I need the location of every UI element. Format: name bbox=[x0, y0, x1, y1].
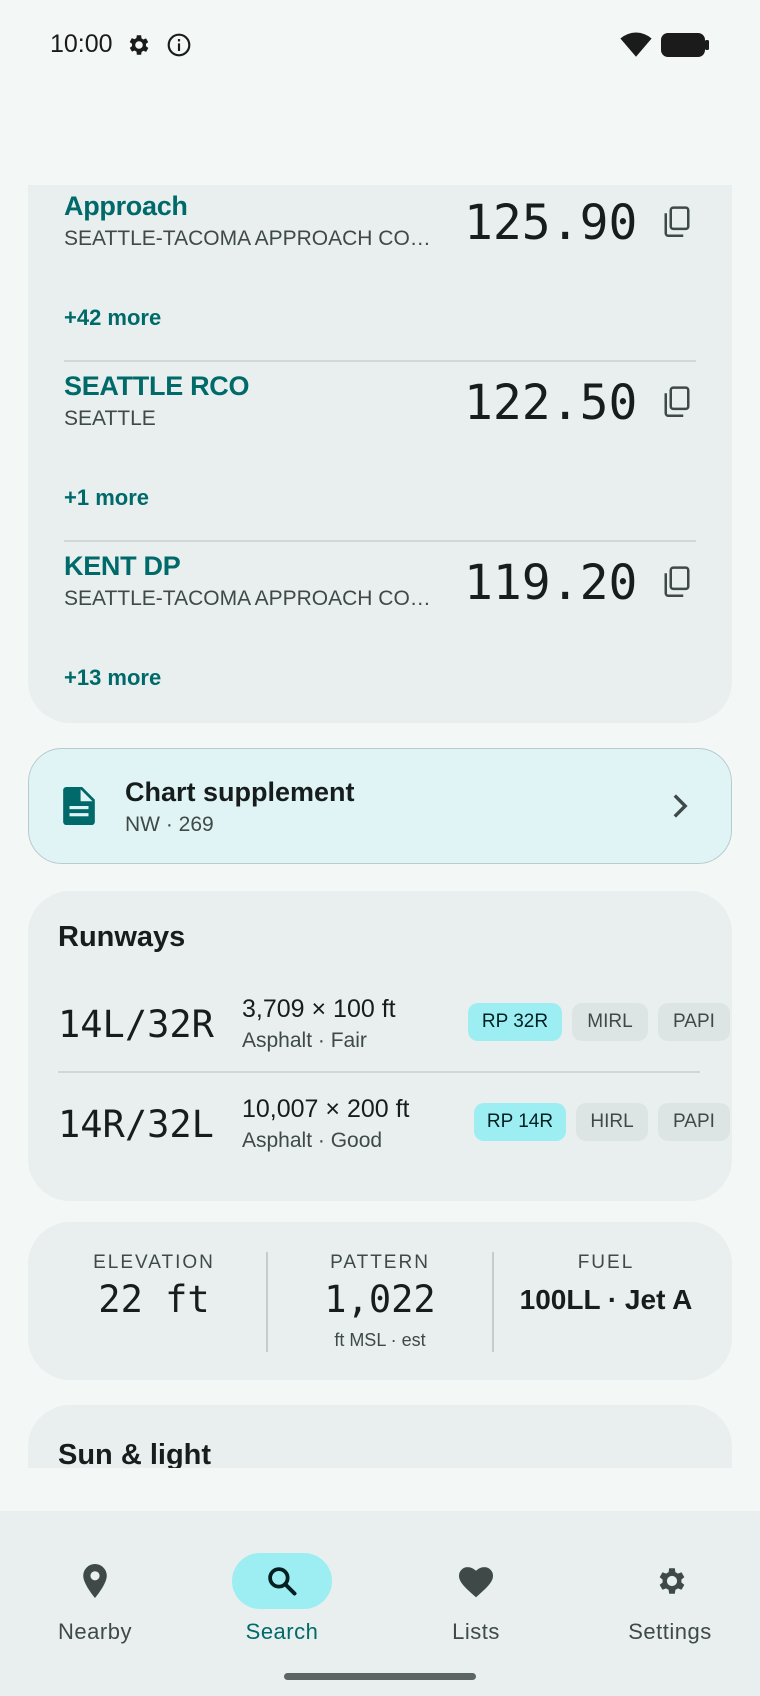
runway-row[interactable]: 14L/32R 3,709 × 100 ft Asphalt · Fair RP… bbox=[58, 991, 730, 1071]
copy-icon[interactable] bbox=[662, 385, 692, 419]
more-frequencies-link[interactable]: +1 more bbox=[64, 485, 149, 511]
runway-chip-lighting: HIRL bbox=[576, 1103, 648, 1141]
copy-icon[interactable] bbox=[662, 565, 692, 599]
status-bar: 10:00 bbox=[0, 0, 760, 92]
frequency-name: Approach bbox=[64, 191, 188, 221]
runway-surface: Asphalt · Fair bbox=[242, 1029, 367, 1052]
frequency-value: 119.20 bbox=[464, 555, 638, 611]
frequency-value: 122.50 bbox=[464, 375, 638, 431]
stat-value: 22 ft bbox=[98, 1278, 210, 1321]
more-frequencies-link[interactable]: +42 more bbox=[64, 305, 161, 331]
runway-chip-rp: RP 32R bbox=[468, 1003, 562, 1041]
runways-card: Runways 14L/32R 3,709 × 100 ft Asphalt ·… bbox=[28, 891, 732, 1201]
divider bbox=[64, 540, 696, 542]
location-pin-icon bbox=[83, 1564, 107, 1598]
frequencies-card: Approach SEATTLE-TACOMA APPROACH CONTROL… bbox=[28, 185, 732, 723]
chart-supplement-subtitle: NW · 269 bbox=[125, 813, 214, 836]
nav-item-settings[interactable]: Settings bbox=[575, 1531, 760, 1651]
stat-label: PATTERN bbox=[330, 1252, 430, 1273]
fuel-stat: FUEL 100LL · Jet A bbox=[493, 1222, 719, 1380]
frequency-name: KENT DP bbox=[64, 551, 181, 581]
nav-item-search[interactable]: Search bbox=[187, 1531, 377, 1651]
runway-id: 14L/32R bbox=[58, 1003, 214, 1046]
gear-icon bbox=[129, 35, 149, 55]
info-icon bbox=[167, 33, 191, 57]
frequency-item[interactable]: Approach SEATTLE-TACOMA APPROACH CONTROL… bbox=[64, 185, 724, 365]
nav-item-lists[interactable]: Lists bbox=[381, 1531, 571, 1651]
status-time: 10:00 bbox=[50, 30, 113, 58]
heart-icon bbox=[459, 1567, 493, 1598]
runway-surface: Asphalt · Good bbox=[242, 1129, 383, 1152]
runway-dimensions: 3,709 × 100 ft bbox=[242, 995, 396, 1023]
nav-label: Search bbox=[245, 1619, 319, 1644]
frequency-value: 125.90 bbox=[464, 195, 638, 251]
nav-label: Nearby bbox=[58, 1619, 132, 1644]
wifi-icon bbox=[620, 32, 652, 57]
runway-chip-lighting: MIRL bbox=[572, 1003, 648, 1041]
more-frequencies-link[interactable]: +13 more bbox=[64, 665, 161, 691]
nav-label: Lists bbox=[452, 1619, 500, 1644]
runway-row[interactable]: 14R/32L 10,007 × 200 ft Asphalt · Good R… bbox=[58, 1091, 730, 1171]
runway-dimensions: 10,007 × 200 ft bbox=[242, 1095, 410, 1123]
frequency-description: SEATTLE-TACOMA APPROACH CONTROL bbox=[64, 227, 434, 250]
search-icon bbox=[268, 1567, 297, 1596]
runway-chip-papi: PAPI bbox=[658, 1103, 730, 1141]
runway-chip-papi: PAPI bbox=[658, 1003, 730, 1041]
bottom-navigation: Nearby Search Lists Settings bbox=[0, 1511, 760, 1696]
frequency-item[interactable]: SEATTLE RCO SEATTLE 122.50 +1 more bbox=[64, 365, 724, 545]
airport-detail-content[interactable]: Approach SEATTLE-TACOMA APPROACH CONTROL… bbox=[0, 185, 760, 1468]
frequency-description: SEATTLE-TACOMA APPROACH CONTROL bbox=[64, 587, 434, 610]
sun-light-title: Sun & light bbox=[58, 1439, 212, 1468]
stat-value: 100LL · Jet A bbox=[519, 1284, 693, 1315]
nav-label: Settings bbox=[628, 1619, 712, 1644]
frequency-name: SEATTLE RCO bbox=[64, 371, 250, 401]
nav-item-nearby[interactable]: Nearby bbox=[0, 1531, 190, 1651]
stat-value: 1,022 bbox=[324, 1278, 436, 1321]
elevation-stat: ELEVATION 22 ft bbox=[41, 1222, 267, 1380]
battery-icon bbox=[661, 33, 709, 57]
frequency-description: SEATTLE bbox=[64, 407, 156, 430]
runway-chip-rp: RP 14R bbox=[474, 1103, 566, 1141]
home-indicator[interactable] bbox=[284, 1673, 476, 1680]
divider bbox=[58, 1071, 700, 1073]
document-icon bbox=[63, 787, 95, 825]
chart-supplement-title: Chart supplement bbox=[125, 777, 355, 807]
copy-icon[interactable] bbox=[662, 205, 692, 239]
airport-stats-card: ELEVATION 22 ft PATTERN 1,022 ft MSL · e… bbox=[28, 1222, 732, 1380]
runways-title: Runways bbox=[58, 921, 186, 953]
stat-label: ELEVATION bbox=[93, 1252, 215, 1273]
pattern-stat: PATTERN 1,022 ft MSL · est bbox=[267, 1222, 493, 1380]
chevron-right-icon bbox=[673, 794, 688, 818]
sun-light-card: Sun & light bbox=[28, 1405, 732, 1468]
frequency-item[interactable]: KENT DP SEATTLE-TACOMA APPROACH CONTROL … bbox=[64, 545, 724, 725]
stat-sub: ft MSL · est bbox=[334, 1330, 426, 1350]
stat-label: FUEL bbox=[577, 1252, 635, 1273]
divider bbox=[64, 360, 696, 362]
chart-supplement-button[interactable]: Chart supplement NW · 269 bbox=[28, 748, 732, 864]
runway-id: 14R/32L bbox=[58, 1103, 214, 1146]
gear-icon bbox=[659, 1568, 685, 1594]
